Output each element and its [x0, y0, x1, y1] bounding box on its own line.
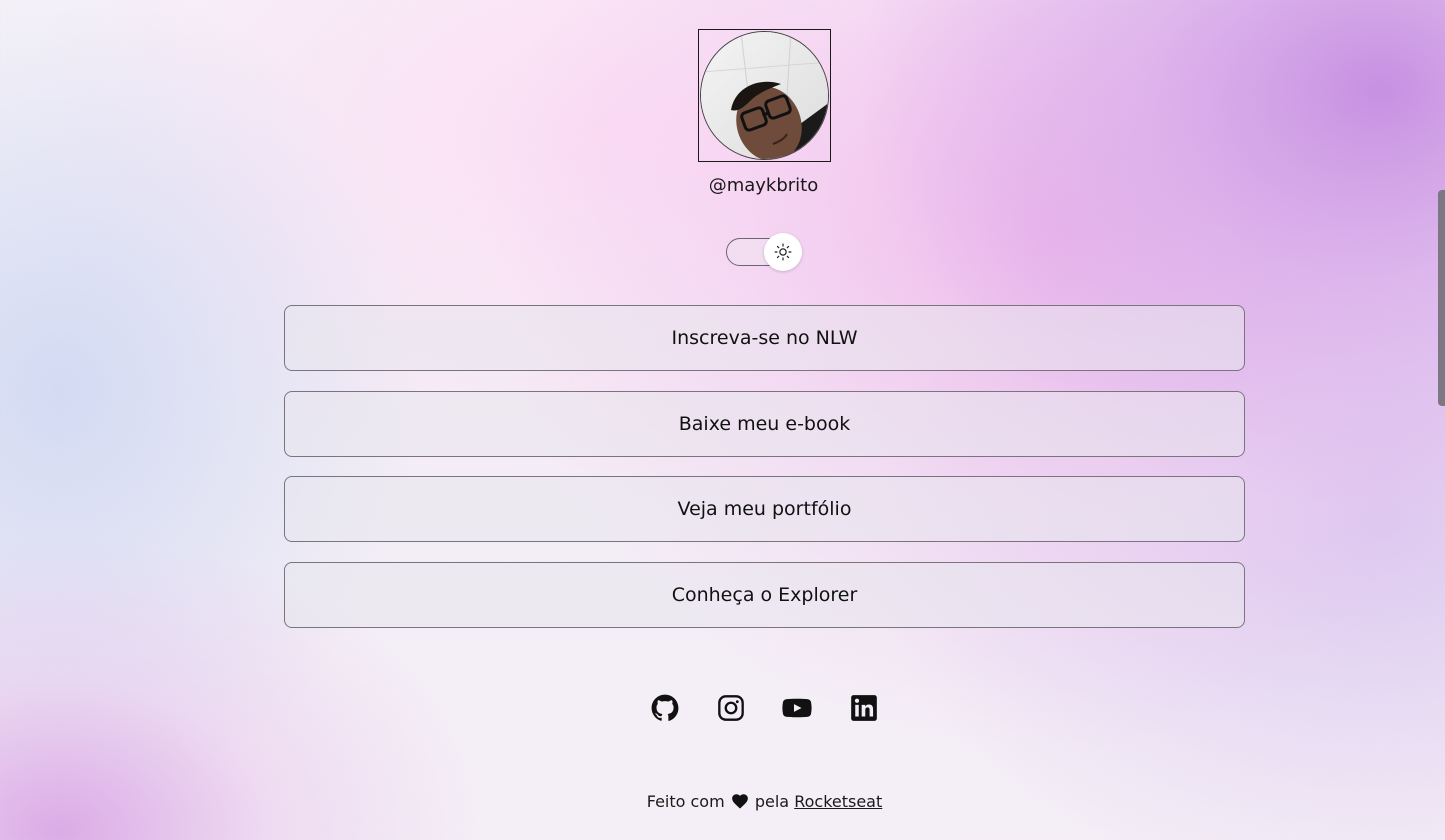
footer-middle: pela — [754, 792, 790, 811]
link-button-explorer[interactable]: Conheça o Explorer — [284, 561, 1245, 628]
link-button-nlw[interactable]: Inscreva-se no NLW — [284, 305, 1245, 371]
rocketseat-link[interactable]: Rocketseat — [794, 792, 882, 811]
page: @maykbrito Inscreva-se no NLW Baixe meu … — [0, 0, 1445, 840]
instagram-icon — [718, 695, 744, 721]
sun-icon — [774, 243, 792, 261]
footer-prefix: Feito com — [646, 792, 725, 811]
avatar-frame — [698, 29, 831, 162]
instagram-link[interactable] — [715, 692, 747, 724]
footer: Feito com pela Rocketseat — [0, 792, 1445, 811]
link-list: Inscreva-se no NLW Baixe meu e-book Veja… — [284, 305, 1245, 647]
github-icon — [651, 694, 679, 721]
heart-icon — [731, 794, 748, 809]
theme-switch-knob[interactable] — [764, 233, 802, 271]
scrollbar-thumb[interactable] — [1438, 190, 1445, 406]
link-button-ebook[interactable]: Baixe meu e-book — [284, 390, 1245, 457]
social-links — [648, 692, 884, 726]
username: @maykbrito — [708, 175, 819, 196]
github-link[interactable] — [649, 692, 681, 724]
linkedin-icon — [851, 695, 877, 721]
linkedin-link[interactable] — [848, 692, 880, 724]
avatar — [700, 31, 829, 160]
avatar-photo — [701, 32, 828, 159]
youtube-icon — [782, 698, 812, 718]
youtube-link[interactable] — [781, 692, 813, 724]
link-button-portfolio[interactable]: Veja meu portfólio — [284, 476, 1245, 542]
